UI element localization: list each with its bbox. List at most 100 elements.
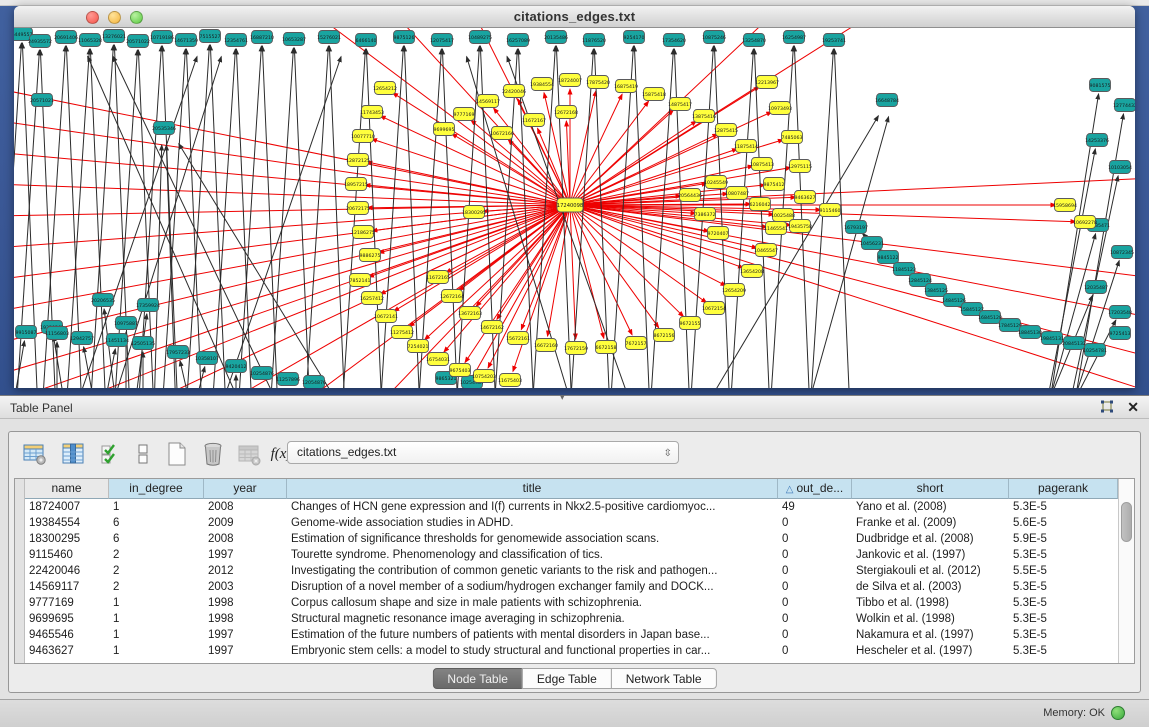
new-table-icon[interactable] [163, 440, 191, 468]
graph-node[interactable] [770, 102, 791, 115]
network-canvas[interactable]: 6449557249355722069140611065328132760212… [14, 28, 1135, 388]
graph-node[interactable] [394, 31, 415, 44]
graph-node[interactable] [197, 352, 218, 365]
graph-node[interactable] [500, 374, 521, 387]
graph-node[interactable] [30, 35, 51, 48]
graph-node[interactable] [862, 237, 883, 250]
graph-node[interactable] [138, 299, 159, 312]
graph-node[interactable] [1112, 246, 1133, 259]
graph-node[interactable] [708, 227, 729, 240]
table-row[interactable]: 911546021997Tourette syndrome. Phenomeno… [25, 547, 1118, 563]
graph-node[interactable] [319, 31, 340, 44]
graph-node[interactable] [304, 376, 325, 389]
graph-node[interactable] [588, 76, 609, 89]
table-settings-icon[interactable] [21, 440, 49, 468]
graph-node[interactable] [584, 34, 605, 47]
graph-node[interactable] [278, 373, 299, 386]
graph-node[interactable] [93, 294, 114, 307]
column-header-name[interactable]: name [25, 479, 109, 499]
table-panel-titlebar[interactable]: ▾ Table Panel ✕ [0, 395, 1149, 419]
graph-node[interactable] [116, 317, 137, 330]
graph-node[interactable] [470, 31, 491, 44]
graph-node[interactable] [1115, 99, 1136, 112]
graph-node[interactable] [32, 94, 53, 107]
graph-node[interactable] [200, 30, 221, 43]
graph-node[interactable] [504, 85, 525, 98]
graph-node[interactable] [492, 127, 513, 140]
graph-node[interactable] [596, 341, 617, 354]
column-header-year[interactable]: year [204, 479, 287, 499]
graph-node[interactable] [790, 220, 811, 233]
graph-node[interactable] [428, 271, 449, 284]
graph-node[interactable] [626, 337, 647, 350]
graph-node[interactable] [353, 130, 374, 143]
graph-node[interactable] [356, 34, 377, 47]
graph-node[interactable] [464, 206, 485, 219]
graph-node[interactable] [750, 198, 771, 211]
table-row[interactable]: 1872400712008Changes of HCN gene express… [25, 499, 1118, 515]
graph-node[interactable] [226, 360, 247, 373]
graph-node[interactable] [557, 198, 583, 212]
graph-node[interactable] [556, 106, 577, 119]
graph-node[interactable] [695, 208, 716, 221]
graph-node[interactable] [878, 251, 899, 264]
graph-node[interactable] [824, 34, 845, 47]
table-row[interactable]: 946362711997Embryonic stem cells: a mode… [25, 643, 1118, 659]
table-selector-dropdown[interactable]: citations_edges.txt ⇳ [287, 441, 679, 464]
graph-node[interactable] [644, 88, 665, 101]
graph-node[interactable] [736, 140, 757, 153]
graph-node[interactable] [524, 114, 545, 127]
table-row[interactable]: 946554611997Estimation of the future num… [25, 627, 1118, 643]
graph-node[interactable] [350, 274, 371, 287]
graph-node[interactable] [694, 110, 715, 123]
graph-node[interactable] [724, 284, 745, 297]
graph-node[interactable] [252, 31, 273, 44]
graph-node[interactable] [482, 321, 503, 334]
graph-node[interactable] [362, 292, 383, 305]
graph-node[interactable] [795, 191, 816, 204]
graph-node[interactable] [16, 326, 37, 339]
graph-node[interactable] [376, 310, 397, 323]
graph-node[interactable] [47, 327, 68, 340]
graph-node[interactable] [752, 158, 773, 171]
graph-node[interactable] [742, 265, 763, 278]
delete-table-icon[interactable] [199, 440, 227, 468]
graph-node[interactable] [434, 123, 455, 136]
graph-node[interactable] [133, 337, 154, 350]
graph-node[interactable] [877, 94, 898, 107]
graph-node[interactable] [764, 178, 785, 191]
table-row[interactable]: 1456911722003Disruption of a novel membe… [25, 579, 1118, 595]
column-header-out-degree[interactable]: △out_de... [778, 479, 852, 499]
graph-node[interactable] [757, 76, 778, 89]
table-scrollbar[interactable] [1118, 479, 1134, 663]
graph-node[interactable] [744, 34, 765, 47]
graph-node[interactable] [56, 31, 77, 44]
tab-network-table[interactable]: Network Table [611, 668, 717, 689]
graph-node[interactable] [1090, 79, 1111, 92]
graph-node[interactable] [1110, 327, 1131, 340]
graph-node[interactable] [107, 334, 128, 347]
graph-node[interactable] [706, 176, 727, 189]
graph-node[interactable] [284, 33, 305, 46]
graph-node[interactable] [704, 302, 725, 315]
graph-node[interactable] [566, 342, 587, 355]
graph-node[interactable] [784, 31, 805, 44]
scrollbar-thumb[interactable] [1121, 502, 1132, 542]
graph-node[interactable] [654, 329, 675, 342]
graph-node[interactable] [375, 82, 396, 95]
graph-node[interactable] [348, 202, 369, 215]
graph-node[interactable] [680, 189, 701, 202]
graph-node[interactable] [226, 34, 247, 47]
close-panel-icon[interactable]: ✕ [1127, 399, 1139, 415]
graph-node[interactable] [782, 131, 803, 144]
graph-node[interactable] [560, 74, 581, 87]
graph-node[interactable] [460, 307, 481, 320]
graph-node[interactable] [546, 31, 567, 44]
graph-node[interactable] [773, 209, 794, 222]
graph-node[interactable] [362, 106, 383, 119]
table-row[interactable]: 2242004622012Investigating the contribut… [25, 563, 1118, 579]
tab-node-table[interactable]: Node Table [432, 668, 523, 689]
graph-node[interactable] [346, 178, 367, 191]
graph-node[interactable] [532, 78, 553, 91]
graph-node[interactable] [104, 30, 125, 43]
